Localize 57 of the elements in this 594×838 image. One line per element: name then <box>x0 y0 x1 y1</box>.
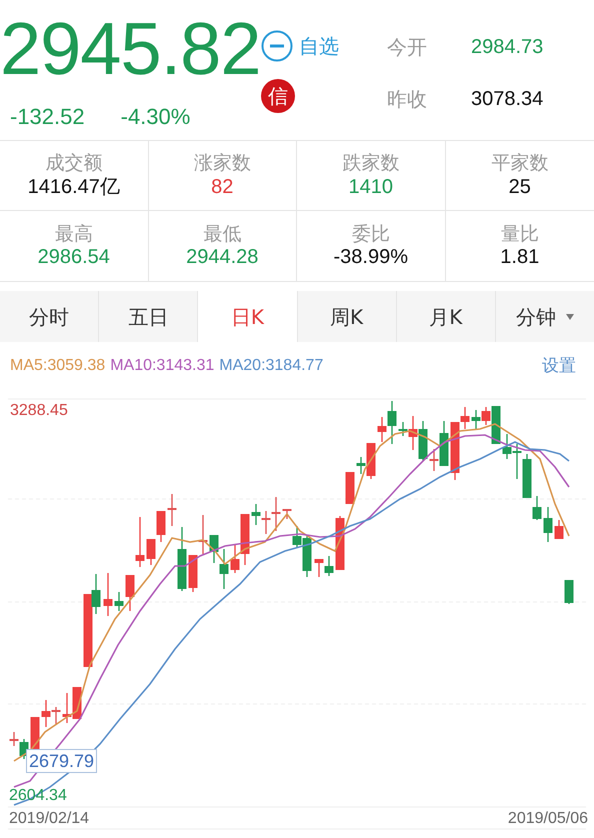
candlestick <box>314 559 324 577</box>
candlestick <box>156 511 166 542</box>
stat-value: 1416.47亿 <box>26 174 121 199</box>
stat-value: 25 <box>508 174 532 199</box>
stat-label: 涨家数 <box>192 152 252 175</box>
stat-value: 2984.73 <box>471 35 544 60</box>
candlestick <box>220 549 228 589</box>
candlestick <box>252 504 260 525</box>
stat-label: 量比 <box>500 222 540 246</box>
candlestick <box>282 509 292 519</box>
candlestick <box>544 507 552 542</box>
stat-value: 2986.54 <box>36 245 111 270</box>
low-point-marker: 2679.79 <box>26 749 98 773</box>
moving-average-value: MA10:3143.31 <box>110 356 214 376</box>
chart-tab[interactable]: 日K <box>198 291 298 342</box>
stat-value: -38.99% <box>332 245 409 270</box>
stat-value: 3078.34 <box>471 87 544 112</box>
candlestick <box>472 410 480 429</box>
change-percent: -4.30% <box>120 103 190 131</box>
stat-label: 最低 <box>202 222 242 246</box>
candlestick <box>114 592 124 611</box>
candlestick <box>30 717 40 749</box>
stat-value: 82 <box>210 174 234 199</box>
candlestick <box>188 555 198 592</box>
moving-average-value: MA5:3059.38 <box>10 356 106 376</box>
candlestick <box>198 515 208 554</box>
candlestick <box>136 517 144 567</box>
candlestick <box>146 539 156 565</box>
stat-label: 最高 <box>54 222 94 246</box>
candlestick <box>564 580 574 604</box>
change-value: -132.52 <box>10 103 85 131</box>
stat-label: 成交额 <box>44 152 104 175</box>
candlestick <box>418 421 428 461</box>
candlestick <box>512 444 522 479</box>
minus-circle-icon <box>261 30 293 62</box>
candlestick <box>210 535 218 563</box>
stat-value: 1410 <box>348 174 394 199</box>
candlestick <box>10 732 18 746</box>
stat-label: 今开 <box>387 34 428 61</box>
stat-label: 平家数 <box>490 152 550 175</box>
stat-label: 跌家数 <box>341 152 400 175</box>
candlestick <box>554 520 564 539</box>
moving-average-value: MA20:3184.77 <box>219 356 324 376</box>
start-date-label: 2019/02/14 <box>9 811 90 827</box>
stat-label: 昨收 <box>387 86 428 113</box>
candlestick <box>324 556 334 576</box>
candlestick <box>346 472 354 504</box>
high-price-label: 3288.45 <box>10 403 68 419</box>
candlestick <box>62 693 72 723</box>
candlestick <box>104 573 112 616</box>
seal-badge: 信 <box>261 79 295 113</box>
stat-value: 2944.28 <box>185 245 260 270</box>
stat-value: 1.81 <box>499 245 540 270</box>
stat-label: 委比 <box>350 222 391 246</box>
candlestick <box>502 434 512 459</box>
candlestick <box>126 575 134 611</box>
end-date-label: 2019/05/06 <box>508 811 588 827</box>
